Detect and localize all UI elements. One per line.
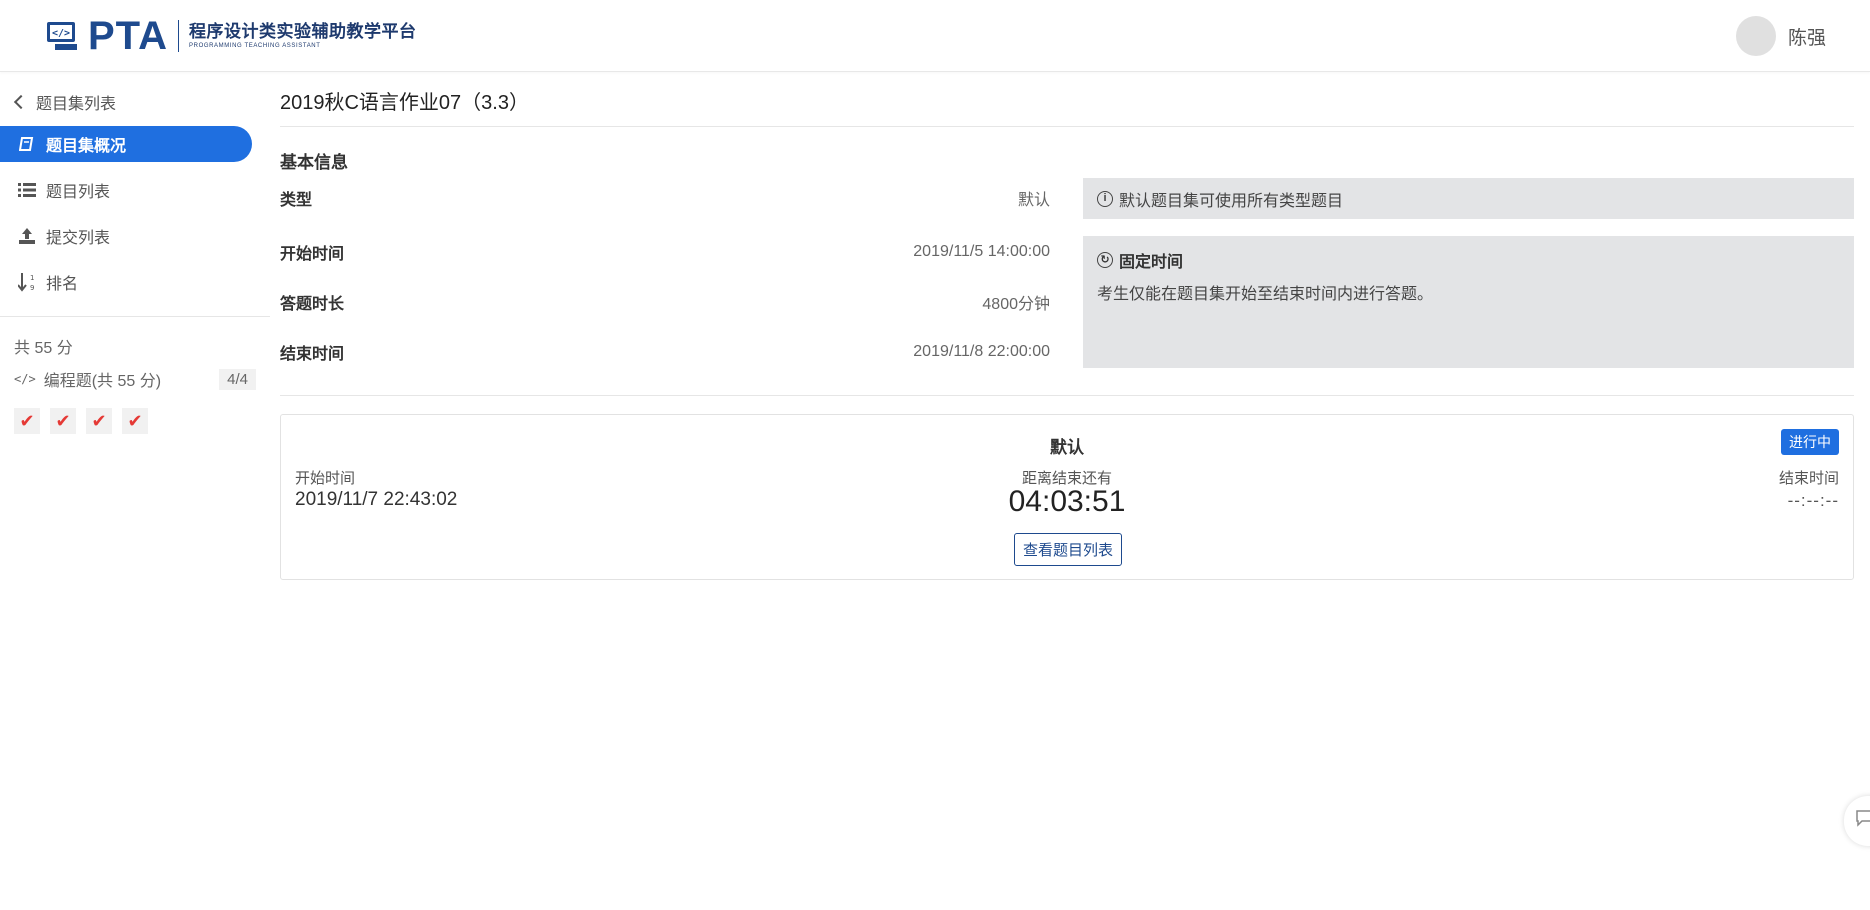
problem-status-accepted[interactable]: ✔ [86, 408, 112, 434]
check-icon: ✔ [55, 410, 71, 431]
sidebar-item-ranking[interactable]: 19 排名 [0, 264, 252, 300]
note-type-text: 默认题目集可使用所有类型题目 [1119, 192, 1344, 210]
main-divider [280, 395, 1854, 396]
logo-subtitle: 程序设计类实验辅助教学平台 PROGRAMMING TEACHING ASSIS… [189, 22, 417, 51]
user-menu[interactable]: 陈强 [1735, 16, 1826, 56]
check-icon: ✔ [19, 410, 35, 431]
sidebar-item-problem-list[interactable]: 题目列表 [0, 172, 252, 208]
info-value: 默认 [1017, 192, 1050, 209]
code-logo-icon: </> [46, 20, 82, 52]
svg-text:9: 9 [30, 284, 34, 292]
info-value: 4800分钟 [982, 296, 1050, 313]
back-link-label: 题目集列表 [36, 96, 117, 113]
sidebar-item-label: 题目列表 [46, 184, 111, 201]
logo-text: PTA [88, 14, 169, 58]
info-row-type: 类型 默认 [280, 186, 1050, 210]
status-badge: 进行中 [1781, 429, 1839, 455]
top-header: </> PTA 程序设计类实验辅助教学平台 PROGRAMMING TEACHI… [0, 0, 1870, 72]
info-value: 2019/11/8 22:00:00 [913, 343, 1050, 360]
sort-icon: 19 [18, 273, 36, 292]
problem-status-accepted[interactable]: ✔ [50, 408, 76, 434]
problem-status-accepted[interactable]: ✔ [122, 408, 148, 434]
info-row-end-time: 结束时间 2019/11/8 22:00:00 [280, 340, 1050, 364]
session-card: 默认 进行中 开始时间 2019/11/7 22:43:02 距离结束还有 04… [280, 414, 1854, 580]
sidebar-item-label: 题目集概况 [46, 138, 127, 155]
info-row-duration: 答题时长 4800分钟 [280, 290, 1050, 314]
sidebar-item-label: 提交列表 [46, 230, 111, 247]
user-name: 陈强 [1787, 27, 1826, 49]
session-end-label: 结束时间 [1778, 470, 1839, 487]
comment-icon [1856, 809, 1870, 833]
problem-status-list: ✔ ✔ ✔ ✔ [14, 408, 158, 434]
avatar[interactable] [1735, 16, 1776, 56]
info-row-start-time: 开始时间 2019/11/5 14:00:00 [280, 240, 1050, 264]
sidebar-item-submissions[interactable]: 提交列表 [0, 218, 252, 254]
info-label: 开始时间 [280, 246, 345, 263]
info-label: 答题时长 [280, 296, 345, 313]
svg-text:</>: </> [52, 28, 70, 39]
note-fixed-title-text: 固定时间 [1119, 254, 1184, 271]
back-to-problem-sets-link[interactable]: 题目集列表 [12, 88, 116, 116]
logo-divider [178, 20, 180, 52]
code-icon: </> [14, 372, 36, 386]
check-icon: ✔ [127, 410, 143, 431]
total-score: 共 55 分 [14, 340, 73, 357]
info-value: 2019/11/5 14:00:00 [913, 243, 1050, 260]
check-icon: ✔ [91, 410, 107, 431]
list-icon [18, 181, 36, 199]
info-label: 类型 [280, 192, 313, 209]
chevron-left-icon [13, 94, 29, 110]
problem-status-accepted[interactable]: ✔ [14, 408, 40, 434]
session-card-title: 默认 [1050, 438, 1084, 457]
info-icon: i [1097, 190, 1113, 207]
feedback-button[interactable] [1844, 796, 1870, 846]
session-end-value: --:--:-- [1787, 491, 1839, 510]
view-problem-list-button[interactable]: 查看题目列表 [1014, 533, 1122, 566]
section-title-basic-info: 基本信息 [280, 153, 348, 172]
sidebar-divider [0, 316, 270, 317]
book-icon [18, 135, 36, 153]
page-title: 2019秋C语言作业07（3.3） [280, 92, 529, 114]
info-label: 结束时间 [280, 346, 345, 363]
note-fixed-time: ↻ 固定时间 考生仅能在题目集开始至结束时间内进行答题。 [1083, 236, 1854, 368]
upload-icon [18, 227, 36, 245]
category-label: 编程题(共 55 分) [43, 373, 162, 390]
clock-icon: ↻ [1097, 252, 1113, 268]
category-programming[interactable]: </> 编程题(共 55 分) 4/4 [14, 366, 256, 392]
pta-logo[interactable]: </> PTA 程序设计类实验辅助教学平台 PROGRAMMING TEACHI… [46, 14, 417, 58]
svg-text:1: 1 [30, 274, 34, 282]
category-count: 4/4 [219, 368, 256, 390]
logo-subtitle-cn: 程序设计类实验辅助教学平台 [189, 21, 417, 41]
sidebar-item-label: 排名 [46, 276, 79, 293]
logo-subtitle-en: PROGRAMMING TEACHING ASSISTANT [189, 42, 321, 49]
note-type-default: i 默认题目集可使用所有类型题目 [1083, 178, 1854, 219]
title-divider [280, 126, 1854, 127]
note-fixed-time-title: ↻ 固定时间 [1097, 248, 1840, 272]
sidebar-item-overview[interactable]: 题目集概况 [0, 126, 252, 162]
note-fixed-time-text: 考生仅能在题目集开始至结束时间内进行答题。 [1097, 286, 1434, 303]
countdown-timer: 04:03:51 [1008, 485, 1126, 518]
sidebar: 题目集列表 题目集概况 题目列表 提交列表 19 排名 共 55 分 </> 编… [0, 72, 270, 910]
